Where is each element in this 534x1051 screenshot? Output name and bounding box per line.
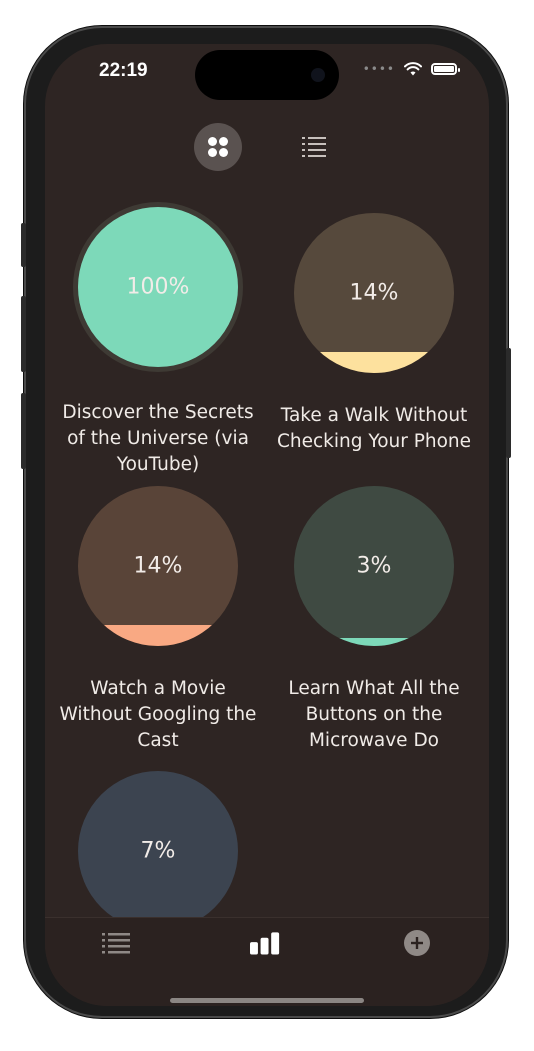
goal-progress-circle: 14% — [78, 486, 238, 646]
signal-dots-icon: •••• — [362, 62, 395, 76]
tab-progress[interactable] — [250, 928, 280, 958]
goal-progress-fill — [294, 352, 454, 373]
goal-progress-circle: 14% — [294, 213, 454, 373]
goal-card[interactable]: 3% Learn What All the Buttons on the Mic… — [269, 486, 479, 754]
goal-card[interactable]: 14% Watch a Movie Without Googling the C… — [53, 486, 263, 754]
grid-view-icon — [208, 137, 228, 157]
goal-card[interactable]: 100% Discover the Secrets of the Univers… — [53, 202, 263, 478]
home-indicator — [170, 998, 364, 1003]
power-button — [506, 348, 511, 458]
goal-percent: 100% — [126, 274, 190, 300]
tab-add[interactable] — [402, 928, 432, 958]
goal-progress-circle: 100% — [73, 202, 243, 372]
goal-progress-fill — [78, 625, 238, 646]
goal-progress-fill — [294, 638, 454, 646]
goal-title: Take a Walk Without Checking Your Phone — [276, 405, 472, 452]
grid-view-toggle[interactable] — [194, 123, 242, 171]
goal-progress-circle: 3% — [294, 486, 454, 646]
goal-percent: 14% — [133, 553, 183, 579]
status-icons: •••• — [362, 62, 460, 76]
goal-title: Watch a Movie Without Googling the Cast — [59, 678, 257, 751]
list-view-icon[interactable] — [301, 134, 327, 160]
list-icon — [102, 933, 130, 954]
tab-list[interactable] — [101, 928, 131, 958]
wifi-icon — [404, 62, 422, 76]
goal-title: Learn What All the Buttons on the Microw… — [288, 678, 460, 751]
goal-progress-circle: 7% — [78, 771, 238, 931]
screen: 22:19 •••• 100% Discover the Secrets of … — [45, 44, 489, 1006]
dynamic-island — [195, 50, 339, 100]
status-time: 22:19 — [99, 60, 148, 81]
tab-bar — [45, 917, 489, 1006]
goal-percent: 7% — [140, 838, 176, 864]
battery-icon — [431, 63, 460, 75]
goal-title: Discover the Secrets of the Universe (vi… — [62, 402, 254, 475]
volume-up-button — [21, 296, 26, 372]
plus-circle-icon — [404, 930, 430, 956]
goal-card[interactable]: 14% Take a Walk Without Checking Your Ph… — [269, 213, 479, 455]
goal-percent: 3% — [356, 553, 392, 579]
volume-down-button — [21, 393, 26, 469]
camera-icon — [311, 68, 325, 82]
goal-card[interactable]: 7% — [53, 771, 263, 931]
goal-percent: 14% — [349, 280, 399, 306]
bar-chart-icon — [250, 932, 280, 955]
action-button — [21, 223, 26, 267]
